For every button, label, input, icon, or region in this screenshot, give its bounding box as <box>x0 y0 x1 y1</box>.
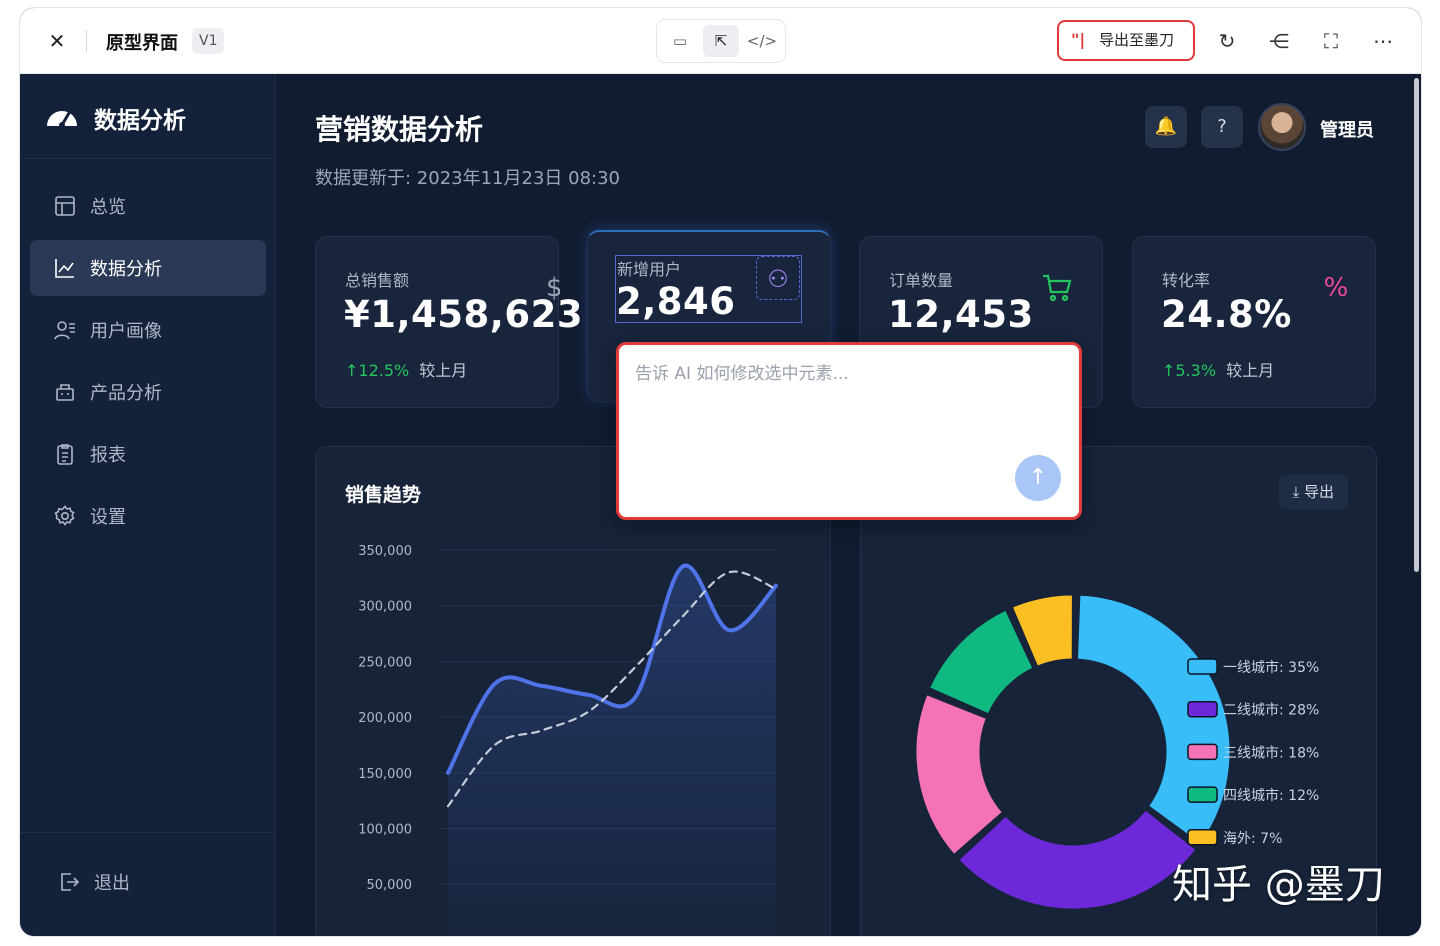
card-label: 转化率 <box>1162 271 1211 290</box>
brand[interactable]: 数据分析 <box>44 100 186 136</box>
legend-label: 三线城市: 18% <box>1223 744 1319 761</box>
logout-icon <box>61 873 80 891</box>
overview-icon <box>55 196 75 216</box>
card-label: 新增用户 <box>617 260 682 279</box>
sidebar-item-label: 总览 <box>90 197 126 218</box>
sidebar-item-user-profile[interactable]: 用户画像 <box>30 302 266 358</box>
trend-value: ↑12.5% <box>345 361 410 380</box>
export-to-modao-button[interactable]: "| 导出至墨刀 <box>1057 20 1195 61</box>
stat-card-sales[interactable]: 总销售额 ¥1,458,623 ↑12.5% 较上月 $ <box>315 236 583 408</box>
close-icon[interactable]: ✕ <box>44 28 70 54</box>
y-tick-label: 250,000 <box>358 655 412 670</box>
dashboard-gauge-icon <box>47 111 77 128</box>
code-icon[interactable]: </> <box>744 25 780 57</box>
sidebar-divider <box>20 832 276 833</box>
ai-prompt-popover: ↑ <box>616 342 1082 520</box>
help-icon[interactable]: ? <box>1201 106 1243 148</box>
prototype-title: 原型界面 <box>106 33 178 54</box>
top-toolbar: ✕ 原型界面 V1 ▭ ⇱ </> "| 导出至墨刀 ↻ ⋲ ⛶ ⋯ <box>20 8 1421 74</box>
ai-prompt-input[interactable] <box>635 359 1055 449</box>
user-profile-icon <box>54 321 75 340</box>
fullscreen-icon[interactable]: ⛶ <box>1317 27 1345 55</box>
refresh-icon[interactable]: ↻ <box>1213 27 1241 55</box>
sidebar-item-label: 报表 <box>90 445 126 466</box>
legend-label: 四线城市: 12% <box>1223 787 1319 804</box>
watermark: 知乎 @墨刀 <box>1172 862 1385 908</box>
card-value: 2,846 <box>616 280 736 323</box>
sidebar-item-label: 设置 <box>90 507 126 528</box>
y-tick-label: 300,000 <box>358 600 412 615</box>
clipboard-icon <box>57 444 73 465</box>
product-icon <box>56 384 74 401</box>
sidebar-item-label: 产品分析 <box>90 383 162 404</box>
avatar[interactable] <box>1258 103 1306 151</box>
export-to-modao-label: 导出至墨刀 <box>1099 31 1175 49</box>
sidebar-item-overview[interactable]: 总览 <box>30 178 266 234</box>
update-time: 数据更新于: 2023年11月23日 08:30 <box>315 168 620 189</box>
brand-name: 数据分析 <box>94 108 186 134</box>
card-trend: ↑5.3% 较上月 <box>1162 357 1274 381</box>
toolbar-divider <box>86 30 87 52</box>
bell-icon[interactable]: 🔔 <box>1145 106 1187 148</box>
legend-swatch <box>1187 829 1218 846</box>
preview-icon[interactable]: ▭ <box>662 25 698 57</box>
trend-text: 较上月 <box>419 361 468 380</box>
y-tick-label: 150,000 <box>358 767 412 782</box>
legend-swatch <box>1187 658 1218 675</box>
version-badge[interactable]: V1 <box>192 28 225 54</box>
trend-value: ↑5.3% <box>1162 361 1217 380</box>
card-label: 订单数量 <box>889 271 954 290</box>
mode-switcher: ▭ ⇱ </> <box>656 19 786 63</box>
select-icon[interactable]: ⇱ <box>703 25 739 57</box>
logout-label: 退出 <box>94 873 130 894</box>
sidebar: 数据分析 总览 数据分析 用户画像 产品分析 报表 设置 退出 <box>20 74 276 936</box>
sidebar-divider <box>20 158 276 159</box>
send-icon[interactable]: ↑ <box>1015 455 1061 501</box>
series-area <box>448 565 776 936</box>
stat-card-conversion[interactable]: 转化率 24.8% ↑5.3% 较上月 % <box>1132 236 1376 408</box>
logout-button[interactable]: 退出 <box>58 869 130 895</box>
sidebar-item-reports[interactable]: 报表 <box>30 426 266 482</box>
user-name: 管理员 <box>1320 120 1374 141</box>
card-trend: ↑12.5% 较上月 <box>345 357 467 381</box>
sidebar-item-product[interactable]: 产品分析 <box>30 364 266 420</box>
scrollbar[interactable] <box>1414 78 1419 572</box>
dollar-icon: $ <box>546 273 560 303</box>
page-title: 营销数据分析 <box>315 113 484 146</box>
card-value: 24.8% <box>1161 293 1292 336</box>
y-tick-label: 350,000 <box>358 544 412 559</box>
legend-label: 二线城市: 28% <box>1223 702 1319 719</box>
legend-swatch <box>1187 700 1218 718</box>
sales-trend-chart: 350,000 300,000 250,000 200,000 150,000 100,0… <box>358 544 778 936</box>
percent-icon: % <box>1323 273 1349 303</box>
more-icon[interactable]: ⋯ <box>1369 27 1397 55</box>
pie-slice <box>956 807 1199 912</box>
share-icon[interactable]: ⋲ <box>1265 27 1293 55</box>
y-tick-label: 200,000 <box>358 711 412 726</box>
y-tick-label: 100,000 <box>358 823 412 838</box>
sidebar-item-label: 用户画像 <box>90 321 162 342</box>
legend-label: 一线城市: 35% <box>1223 659 1319 676</box>
legend-label: 海外: 7% <box>1223 831 1282 847</box>
trend-text: 较上月 <box>1226 361 1275 380</box>
sidebar-item-label: 数据分析 <box>90 259 162 280</box>
pie-slice <box>1074 592 1233 847</box>
chart-line-icon <box>55 259 74 278</box>
sidebar-item-settings[interactable]: 设置 <box>30 488 266 544</box>
legend-swatch <box>1187 786 1218 803</box>
cart-icon <box>1043 274 1072 302</box>
card-label: 总销售额 <box>345 271 410 290</box>
users-icon: ⚇ <box>756 256 800 300</box>
y-tick-label: 50,000 <box>367 878 413 893</box>
app-window: ✕ 原型界面 V1 ▭ ⇱ </> "| 导出至墨刀 ↻ ⋲ ⛶ ⋯ 数据分析 <box>20 8 1421 936</box>
modao-logo-icon: "| <box>1071 30 1086 49</box>
legend-swatch <box>1187 743 1218 761</box>
gear-icon <box>54 505 75 526</box>
sidebar-item-analytics[interactable]: 数据分析 <box>30 240 266 296</box>
card-value: 12,453 <box>888 293 1034 336</box>
